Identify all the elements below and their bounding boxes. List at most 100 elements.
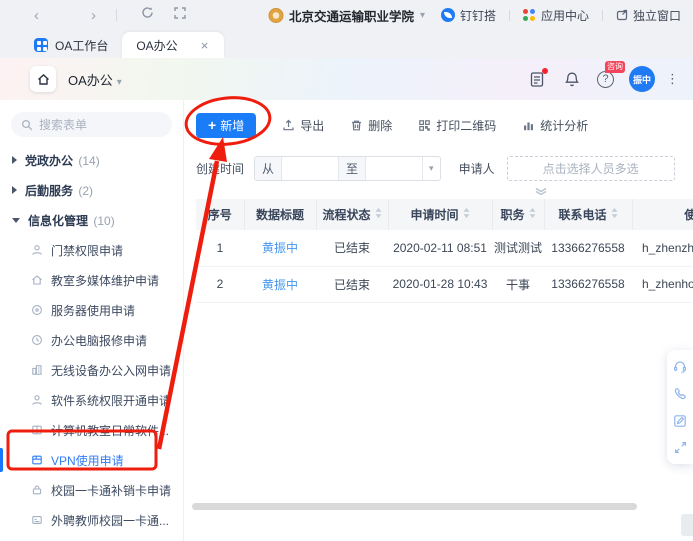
horizontal-scrollbar[interactable]	[192, 503, 637, 510]
search-input[interactable]	[39, 118, 159, 132]
app-header-actions: ? 咨询 振中 ⋮	[527, 66, 679, 92]
sort-icon[interactable]	[375, 207, 382, 221]
print-qr-button[interactable]: 打印二维码	[418, 117, 496, 134]
grid-doc-icon	[30, 454, 43, 467]
header-apply-time[interactable]: 申请时间	[388, 199, 492, 230]
sidebar-item-wireless-network[interactable]: 无线设备办公入网申请	[0, 355, 183, 385]
sidebar-item-campus-card-replace[interactable]: 校园一卡通补销卡申请	[0, 475, 183, 505]
header-title[interactable]: 数据标题	[244, 199, 316, 230]
phone-icon[interactable]	[673, 387, 687, 401]
form-search[interactable]	[11, 112, 172, 137]
notifications-button[interactable]	[562, 69, 582, 89]
sidebar-item-vpn-request[interactable]: VPN使用申请	[0, 445, 183, 475]
sidebar-item-software-permission[interactable]: 软件系统权限开通申请	[0, 385, 183, 415]
cell-position: 测试测试	[492, 230, 544, 266]
school-name: 北京交通运输职业学院	[289, 6, 414, 25]
id-card-icon	[30, 514, 43, 527]
sort-icon[interactable]	[529, 207, 536, 221]
sidebar-item-pc-repair[interactable]: 办公电脑报修申请	[0, 325, 183, 355]
cell-index: 2	[196, 266, 244, 302]
app-title-dropdown[interactable]: OA办公▾	[68, 70, 122, 89]
date-range-picker[interactable]: 从 至 ▾	[254, 156, 441, 181]
cell-phone: 13366276558	[544, 230, 632, 266]
plus-icon: +	[208, 118, 216, 132]
divider	[116, 9, 117, 21]
table-row[interactable]: 2 黄振中 已结束 2020-01-28 10:43 干事 1336627655…	[196, 266, 693, 302]
sidebar-item-classroom-multimedia[interactable]: 教室多媒体维护申请	[0, 265, 183, 295]
create-time-label: 创建时间	[196, 160, 244, 177]
org-switcher[interactable]: 北京交通运输职业学院 ▾	[268, 0, 425, 30]
add-button[interactable]: + 新增	[196, 113, 256, 138]
sort-icon[interactable]	[611, 207, 618, 221]
help-badge: 咨询	[605, 61, 625, 73]
clock-icon	[30, 334, 43, 347]
delete-button[interactable]: 删除	[350, 117, 392, 134]
header-index[interactable]: 序号	[196, 199, 244, 230]
sidebar-group-xinxihua[interactable]: 信息化管理 (10)	[0, 205, 183, 235]
chevron-down-icon: ▾	[420, 10, 425, 21]
person-icon	[30, 394, 43, 407]
forward-icon[interactable]: ›	[85, 8, 102, 23]
cell-position: 干事	[492, 266, 544, 302]
search-icon	[21, 119, 33, 131]
content-panel: + 新增 导出 删除 打印二维码 统计分析	[184, 100, 693, 541]
main-area: 党政办公 (14) 后勤服务 (2) 信息化管理 (10) 门禁权限申请 教室多…	[0, 100, 693, 541]
divider	[602, 10, 603, 21]
header-phone[interactable]: 联系电话	[544, 199, 632, 230]
bell-icon	[564, 71, 580, 88]
cell-title-link[interactable]: 黄振中	[244, 230, 316, 266]
columns-icon	[30, 424, 43, 437]
applicant-picker[interactable]: 点击选择人员多选	[507, 156, 675, 181]
expand-arrow-icon	[12, 186, 17, 194]
date-from-input[interactable]	[282, 157, 338, 180]
table-header-row: 序号 数据标题 流程状态 申请时间 职务 联系电话 使用人	[196, 199, 693, 230]
stats-button[interactable]: 统计分析	[522, 117, 588, 134]
question-icon: ?	[597, 71, 614, 88]
headset-support-icon[interactable]	[673, 360, 687, 374]
selected-indicator	[0, 448, 3, 472]
chevron-down-icon[interactable]: ▾	[422, 157, 440, 180]
collapse-arrow-icon	[12, 218, 20, 223]
standalone-window-link[interactable]: 独立窗口	[616, 7, 681, 24]
export-button[interactable]: 导出	[282, 117, 324, 134]
tab-oa-office[interactable]: OA办公 ×	[122, 32, 224, 58]
dingtalk-build-link[interactable]: 钉钉搭	[441, 7, 496, 24]
sidebar-item-door-access[interactable]: 门禁权限申请	[0, 235, 183, 265]
cell-status: 已结束	[316, 266, 388, 302]
applicant-label: 申请人	[459, 160, 495, 177]
collapse-panel-icon[interactable]	[674, 441, 687, 454]
feedback-edit-icon[interactable]	[673, 414, 687, 428]
sidebar-item-external-teacher-card[interactable]: 外聘教师校园一卡通...	[0, 505, 183, 535]
divider	[509, 10, 510, 21]
todo-button[interactable]	[527, 69, 547, 89]
refresh-icon[interactable]	[141, 6, 154, 24]
workbench-grid-icon	[34, 38, 48, 52]
building-icon	[30, 364, 43, 377]
cell-title-link[interactable]: 黄振中	[244, 266, 316, 302]
sidebar-group-dangzheng[interactable]: 党政办公 (14)	[0, 145, 183, 175]
table-row[interactable]: 1 黄振中 已结束 2020-02-11 08:51 测试测试 13366276…	[196, 230, 693, 266]
header-status[interactable]: 流程状态	[316, 199, 388, 230]
home-button[interactable]	[30, 66, 56, 92]
qr-code-icon	[418, 119, 431, 132]
back-icon[interactable]: ‹	[28, 8, 45, 23]
header-user[interactable]: 使用人	[632, 199, 693, 230]
scroll-corner	[681, 514, 693, 536]
sidebar-item-server-use[interactable]: 服务器使用申请	[0, 295, 183, 325]
tab-oa-workbench[interactable]: OA工作台	[20, 32, 122, 58]
app-center-icon	[523, 9, 536, 22]
sidebar-group-houqin[interactable]: 后勤服务 (2)	[0, 175, 183, 205]
close-tab-icon[interactable]: ×	[199, 38, 211, 53]
app-center-link[interactable]: 应用中心	[523, 7, 589, 24]
cell-status: 已结束	[316, 230, 388, 266]
collapse-filters-button[interactable]	[326, 187, 693, 195]
avatar[interactable]: 振中	[629, 66, 655, 92]
more-menu-icon[interactable]: ⋮	[666, 71, 679, 87]
sort-icon[interactable]	[463, 207, 470, 221]
help-button[interactable]: ? 咨询	[597, 71, 614, 88]
sidebar-item-computer-classroom-software[interactable]: 计算机教室日常软件...	[0, 415, 183, 445]
fullscreen-icon[interactable]	[174, 6, 186, 24]
header-position[interactable]: 职务	[492, 199, 544, 230]
results-table: 序号 数据标题 流程状态 申请时间 职务 联系电话 使用人 1 黄振中	[196, 199, 693, 303]
date-to-input[interactable]	[366, 157, 422, 180]
